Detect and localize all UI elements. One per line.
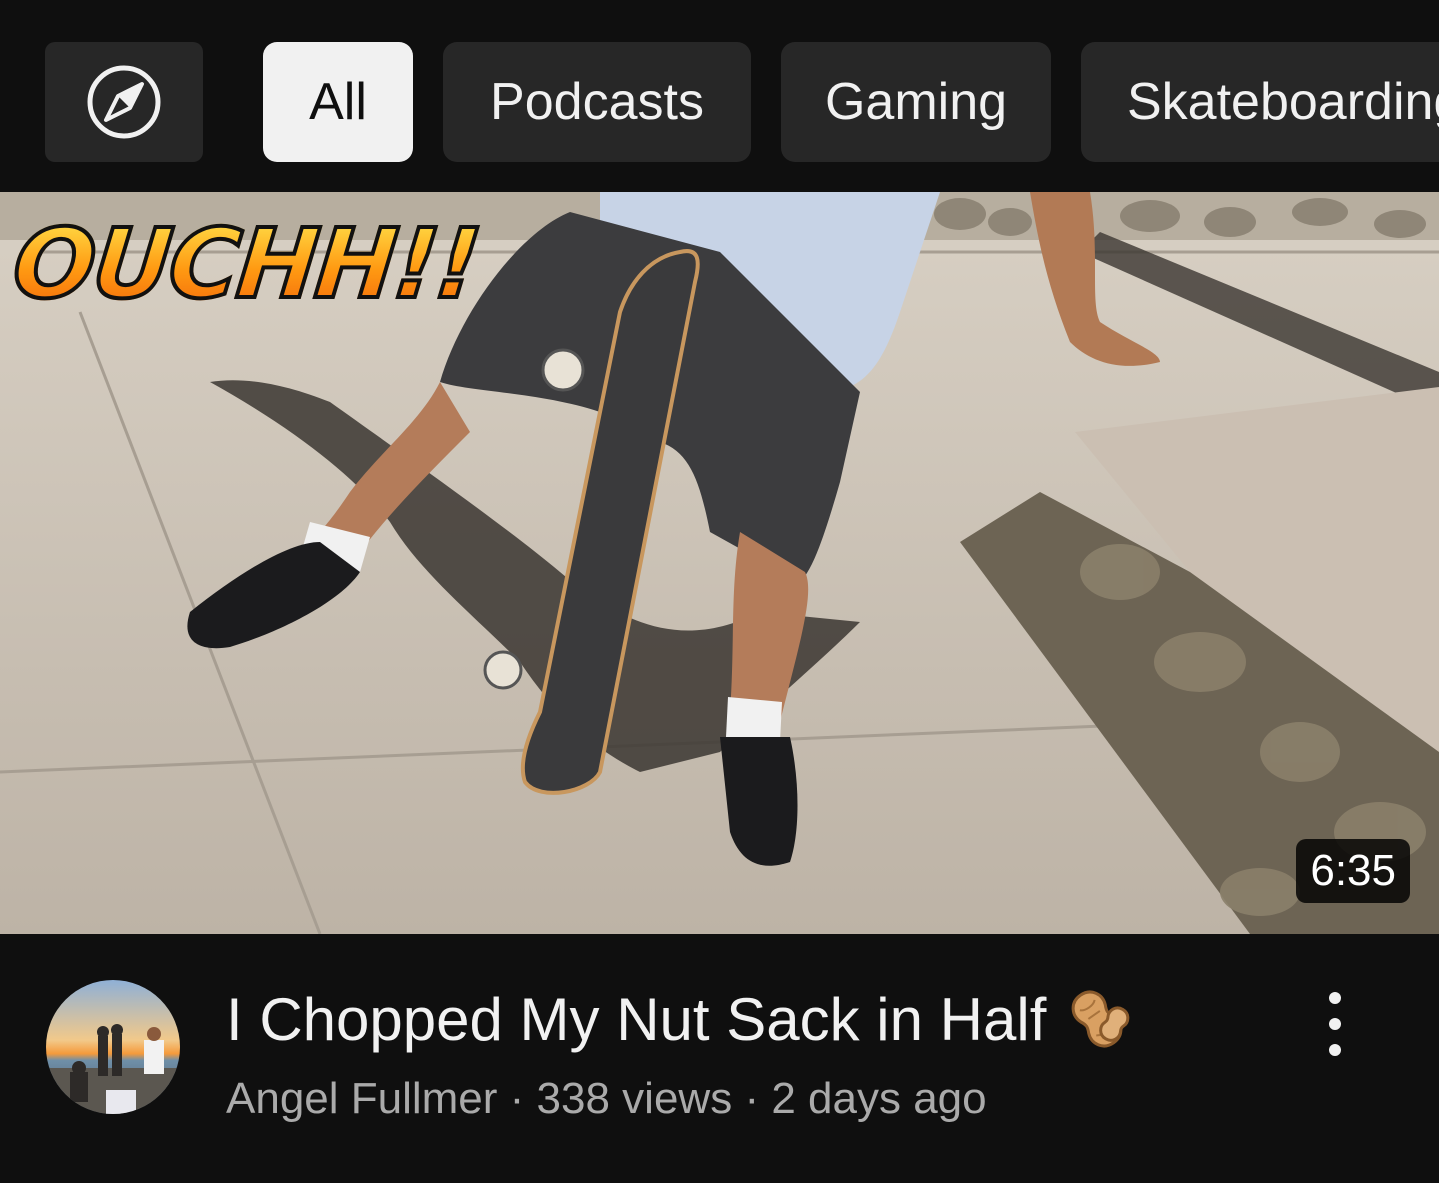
video-title-text: I Chopped My Nut Sack in Half bbox=[226, 985, 1047, 1053]
chip-skateboarding-label: Skateboarding bbox=[1127, 73, 1439, 131]
peanut-icon bbox=[1072, 990, 1130, 1048]
chip-podcasts[interactable]: Podcasts bbox=[443, 42, 751, 162]
thumbnail-overlay-text: OUCHH!! bbox=[6, 206, 486, 322]
avatar-image bbox=[46, 980, 180, 1114]
chip-skateboarding[interactable]: Skateboarding bbox=[1081, 42, 1439, 162]
video-thumbnail[interactable]: OUCHH!! 6:35 bbox=[0, 192, 1439, 934]
chip-bar: All Podcasts Gaming Skateboarding bbox=[0, 0, 1439, 192]
chip-all-label: All bbox=[309, 73, 367, 131]
chip-podcasts-label: Podcasts bbox=[490, 73, 704, 131]
separator: · bbox=[497, 1074, 537, 1123]
compass-icon bbox=[87, 65, 161, 139]
chip-all[interactable]: All bbox=[263, 42, 413, 162]
channel-name[interactable]: Angel Fullmer bbox=[226, 1074, 497, 1123]
chip-gaming-label: Gaming bbox=[824, 73, 1008, 131]
video-duration-badge: 6:35 bbox=[1296, 839, 1410, 903]
more-vert-icon[interactable] bbox=[1310, 992, 1360, 1056]
video-title[interactable]: I Chopped My Nut Sack in Half bbox=[226, 984, 1132, 1054]
explore-button[interactable] bbox=[45, 42, 203, 162]
video-subline: Angel Fullmer · 338 views · 2 days ago bbox=[226, 1074, 987, 1124]
view-count: 338 views bbox=[536, 1074, 733, 1123]
upload-age: 2 days ago bbox=[771, 1074, 987, 1123]
separator: · bbox=[732, 1074, 772, 1123]
video-meta: I Chopped My Nut Sack in Half Angel Full… bbox=[0, 934, 1439, 1183]
chip-gaming[interactable]: Gaming bbox=[781, 42, 1051, 162]
channel-avatar[interactable] bbox=[46, 980, 180, 1114]
